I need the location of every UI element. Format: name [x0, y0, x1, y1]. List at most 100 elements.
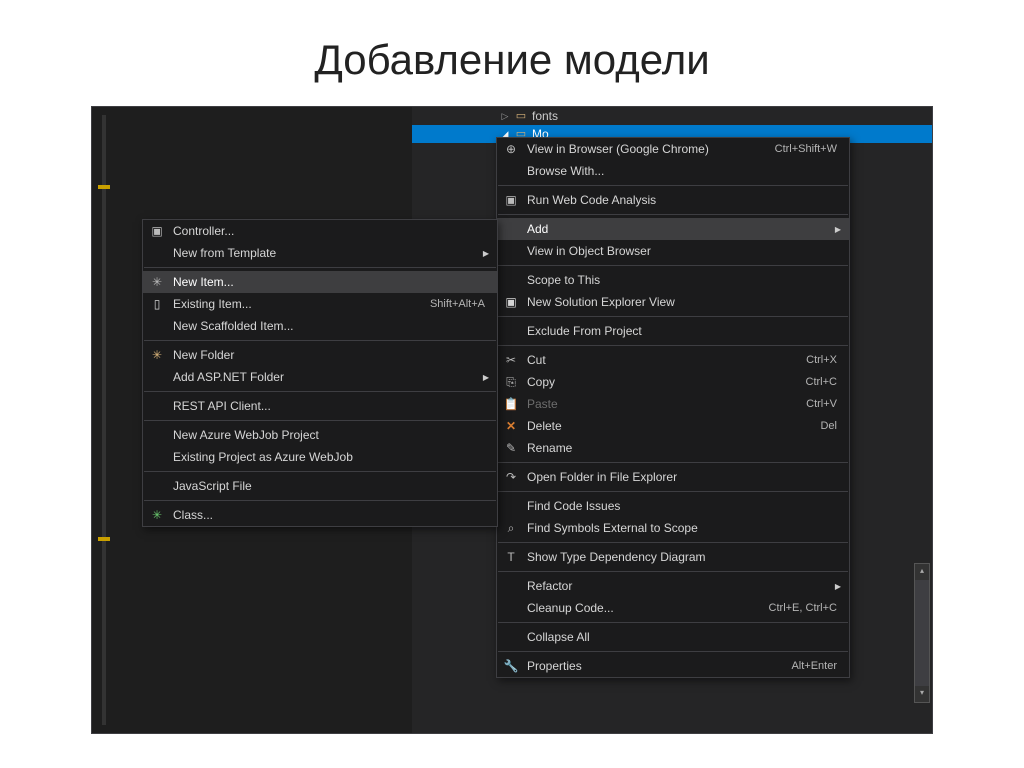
menu-label: Add ASP.NET Folder: [173, 370, 284, 384]
screenshot-frame: ▷ ▭ fonts ◢ ▭ Mo ▷ 🔒 C# I… ▷ 🔒 C# I… ▷ 🔒…: [91, 106, 933, 734]
menu-existing-item[interactable]: ▯ Existing Item... Shift+Alt+A: [143, 293, 497, 315]
paste-icon: 📋: [503, 396, 519, 412]
type-diagram-icon: T: [503, 549, 519, 565]
scrollbar[interactable]: ▴ ▾: [914, 563, 930, 703]
menu-shortcut: Ctrl+Shift+W: [775, 143, 837, 155]
menu-separator: [498, 651, 848, 652]
menu-new-folder[interactable]: ✳ New Folder: [143, 344, 497, 366]
tree-row-fonts[interactable]: ▷ ▭ fonts: [412, 107, 932, 125]
menu-open-folder[interactable]: ↷ Open Folder in File Explorer: [497, 466, 849, 488]
menu-shortcut: Alt+Enter: [791, 660, 837, 672]
menu-label: Cut: [527, 353, 546, 367]
submenu-arrow-icon: ▶: [483, 373, 489, 382]
find-icon: ⌕: [503, 520, 519, 536]
menu-cleanup[interactable]: Cleanup Code... Ctrl+E, Ctrl+C: [497, 597, 849, 619]
browser-icon: ⊕: [503, 141, 519, 157]
menu-type-diagram[interactable]: T Show Type Dependency Diagram: [497, 546, 849, 568]
context-menu-add[interactable]: ▣ Controller... New from Template ▶ ✳ Ne…: [142, 219, 498, 527]
menu-view-browser[interactable]: ⊕ View in Browser (Google Chrome) Ctrl+S…: [497, 138, 849, 160]
menu-class[interactable]: ✳ Class...: [143, 504, 497, 526]
scroll-up-icon[interactable]: ▴: [915, 564, 929, 580]
menu-find-symbols[interactable]: ⌕ Find Symbols External to Scope: [497, 517, 849, 539]
copy-icon: ⎘: [503, 374, 519, 390]
menu-label: Scope to This: [527, 273, 600, 287]
menu-new-scaffold[interactable]: New Scaffolded Item...: [143, 315, 497, 337]
explorer-icon: ▣: [503, 294, 519, 310]
menu-separator: [498, 622, 848, 623]
menu-label: Collapse All: [527, 630, 590, 644]
menu-add[interactable]: Add ▶: [497, 218, 849, 240]
menu-label: Refactor: [527, 579, 572, 593]
menu-label: Rename: [527, 441, 572, 455]
menu-separator: [144, 340, 496, 341]
menu-exclude[interactable]: Exclude From Project: [497, 320, 849, 342]
menu-asp-folder[interactable]: Add ASP.NET Folder ▶: [143, 366, 497, 388]
menu-label: Cleanup Code...: [527, 601, 614, 615]
menu-label: Find Symbols External to Scope: [527, 521, 698, 535]
menu-view-object-browser[interactable]: View in Object Browser: [497, 240, 849, 262]
menu-label: New Folder: [173, 348, 234, 362]
menu-label: Show Type Dependency Diagram: [527, 550, 706, 564]
menu-shortcut: Ctrl+X: [806, 354, 837, 366]
menu-label: Controller...: [173, 224, 234, 238]
menu-new-item[interactable]: ✳ New Item...: [143, 271, 497, 293]
menu-shortcut: Ctrl+V: [806, 398, 837, 410]
new-folder-icon: ✳: [149, 347, 165, 363]
menu-delete[interactable]: ✕ Delete Del: [497, 415, 849, 437]
menu-rename[interactable]: ✎ Rename: [497, 437, 849, 459]
menu-separator: [498, 491, 848, 492]
menu-label: Run Web Code Analysis: [527, 193, 656, 207]
menu-new-from-template[interactable]: New from Template ▶: [143, 242, 497, 264]
menu-shortcut: Ctrl+C: [806, 376, 837, 388]
context-menu-main[interactable]: ⊕ View in Browser (Google Chrome) Ctrl+S…: [496, 137, 850, 678]
menu-properties[interactable]: 🔧 Properties Alt+Enter: [497, 655, 849, 677]
analysis-icon: ▣: [503, 192, 519, 208]
menu-separator: [144, 267, 496, 268]
menu-separator: [144, 391, 496, 392]
menu-label: JavaScript File: [173, 479, 252, 493]
menu-azure-webjob[interactable]: New Azure WebJob Project: [143, 424, 497, 446]
menu-label: Properties: [527, 659, 582, 673]
menu-collapse-all[interactable]: Collapse All: [497, 626, 849, 648]
menu-label: New from Template: [173, 246, 276, 260]
menu-new-solution-view[interactable]: ▣ New Solution Explorer View: [497, 291, 849, 313]
menu-scope[interactable]: Scope to This: [497, 269, 849, 291]
menu-label: Open Folder in File Explorer: [527, 470, 677, 484]
open-folder-icon: ↷: [503, 469, 519, 485]
menu-label: View in Browser (Google Chrome): [527, 142, 709, 156]
menu-separator: [498, 462, 848, 463]
existing-item-icon: ▯: [149, 296, 165, 312]
properties-icon: 🔧: [503, 658, 519, 674]
menu-label: Find Code Issues: [527, 499, 620, 513]
menu-label: Copy: [527, 375, 555, 389]
menu-find-issues[interactable]: Find Code Issues: [497, 495, 849, 517]
scroll-down-icon[interactable]: ▾: [915, 686, 929, 702]
menu-controller[interactable]: ▣ Controller...: [143, 220, 497, 242]
arrow-collapsed-icon: ▷: [500, 111, 510, 121]
menu-paste: 📋 Paste Ctrl+V: [497, 393, 849, 415]
line-number-gutter: [102, 115, 106, 725]
menu-label: Existing Item...: [173, 297, 252, 311]
menu-shortcut: Shift+Alt+A: [430, 298, 485, 310]
menu-js-file[interactable]: JavaScript File: [143, 475, 497, 497]
menu-separator: [498, 316, 848, 317]
menu-label: Exclude From Project: [527, 324, 642, 338]
menu-refactor[interactable]: Refactor ▶: [497, 575, 849, 597]
menu-cut[interactable]: ✂ Cut Ctrl+X: [497, 349, 849, 371]
menu-label: Browse With...: [527, 164, 604, 178]
folder-icon: ▭: [514, 109, 528, 123]
menu-separator: [498, 265, 848, 266]
menu-run-analysis[interactable]: ▣ Run Web Code Analysis: [497, 189, 849, 211]
menu-existing-webjob[interactable]: Existing Project as Azure WebJob: [143, 446, 497, 468]
controller-icon: ▣: [149, 223, 165, 239]
menu-label: Add: [527, 222, 548, 236]
menu-separator: [498, 345, 848, 346]
menu-separator: [144, 471, 496, 472]
menu-rest-client[interactable]: REST API Client...: [143, 395, 497, 417]
menu-copy[interactable]: ⎘ Copy Ctrl+C: [497, 371, 849, 393]
menu-browse-with[interactable]: Browse With...: [497, 160, 849, 182]
class-icon: ✳: [149, 507, 165, 523]
menu-label: REST API Client...: [173, 399, 271, 413]
menu-shortcut: Del: [820, 420, 837, 432]
menu-label: New Azure WebJob Project: [173, 428, 319, 442]
